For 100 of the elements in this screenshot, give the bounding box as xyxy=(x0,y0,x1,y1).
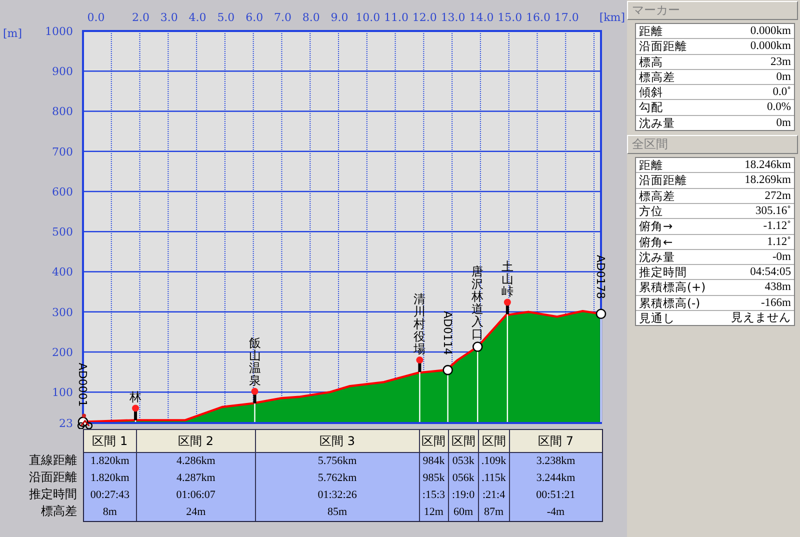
axis-tick-label: 12.0 xyxy=(412,11,437,24)
panel-header: 全区間 xyxy=(627,135,798,154)
property-label: 距離 xyxy=(639,158,663,172)
axis-tick-label: 15.0 xyxy=(498,11,522,24)
axis-tick-label: 7.0 xyxy=(274,11,292,24)
property-label: 累積標高(-) xyxy=(639,296,700,310)
table-cell-text: :19:0 xyxy=(451,488,476,503)
table-cell-text: .115k xyxy=(480,471,507,486)
table-cell-text: 3.244km xyxy=(535,471,576,486)
panel-header: マーカー xyxy=(627,1,798,20)
cyclist-icon xyxy=(77,414,93,429)
property-label: 俯角← xyxy=(639,234,673,249)
property-value: 272m xyxy=(764,188,791,203)
axis-tick-label: 500 xyxy=(52,226,73,239)
section-header[interactable]: 区間 xyxy=(420,429,448,453)
marker-label: 土山峠 xyxy=(501,259,514,298)
table-cell-text: 5.762km xyxy=(316,471,358,486)
marker-label: AD0001 xyxy=(76,362,89,407)
pin-marker[interactable] xyxy=(416,356,424,372)
table-cell-text: :15:3 xyxy=(421,488,446,503)
table-cell-text: 1.820km xyxy=(90,454,130,469)
property-value: 1.12˚ xyxy=(767,234,791,249)
axis-tick-label: 200 xyxy=(52,346,73,359)
axis-tick-label: 800 xyxy=(52,105,73,118)
table-cell-text: 5.756km xyxy=(316,454,358,469)
axis-tick-label: 13.0 xyxy=(440,11,466,24)
property-value: 18.246km xyxy=(744,158,791,172)
section-header[interactable]: 区間 xyxy=(448,429,478,453)
property-label: 方位 xyxy=(639,204,663,218)
pin-marker[interactable] xyxy=(504,298,511,314)
property-value: 0.0˚ xyxy=(772,85,791,100)
table-cell-text: 4.286km xyxy=(175,454,216,469)
axis-tick-label: 17.0 xyxy=(554,11,579,24)
table-cell-text: 87m xyxy=(482,505,505,520)
row-label: 沿面距離 xyxy=(29,469,77,486)
axis-unit-label: [m] xyxy=(3,27,22,40)
table-cell-text: 985k xyxy=(422,471,446,486)
table-cell-text: 3.238km xyxy=(535,454,576,469)
table-cell-text: 1.820km xyxy=(90,471,130,486)
pin-marker[interactable] xyxy=(251,388,258,404)
table-cell-text: 984k xyxy=(422,454,446,469)
table-cell-text: 85m xyxy=(326,505,348,520)
table-cell-text: 01:06:07 xyxy=(175,488,216,503)
axis-tick-label: 10.0 xyxy=(356,11,380,24)
property-label: 俯角→ xyxy=(639,219,673,234)
axis-unit-label: [km] xyxy=(599,11,625,24)
section-header[interactable]: 区間 2 xyxy=(136,429,255,453)
property-value: 23m xyxy=(770,54,791,69)
property-value: 0m xyxy=(776,116,791,130)
property-label: 見通し xyxy=(639,311,675,326)
property-value: 0.000km xyxy=(750,24,791,38)
property-value: -1.12˚ xyxy=(763,219,791,234)
marker-label: AD0178 xyxy=(594,254,607,299)
property-label: 沿面距離 xyxy=(639,173,687,188)
axis-tick-label: 5.0 xyxy=(217,11,235,24)
axis-tick-label: 9.0 xyxy=(330,11,348,24)
property-value: 04:54:05 xyxy=(750,265,791,280)
property-label: 標高差 xyxy=(639,188,675,203)
row-label: 推定時間 xyxy=(29,486,77,503)
property-value: 18.269km xyxy=(744,173,791,188)
property-value: 0.000km xyxy=(750,39,791,54)
axis-tick-label: 400 xyxy=(52,266,73,279)
property-value: 見えません xyxy=(731,311,791,326)
property-label: 勾配 xyxy=(639,100,663,115)
marker-label: 林 xyxy=(130,390,142,404)
table-cell-text: 00:27:43 xyxy=(89,488,131,503)
property-label: 距離 xyxy=(639,24,663,38)
axis-tick-label: 2.0 xyxy=(132,11,150,24)
axis-tick-label: 11.0 xyxy=(384,11,409,24)
axis-tick-label: 900 xyxy=(52,65,73,78)
waypoint-marker[interactable] xyxy=(442,364,453,376)
property-value: -0m xyxy=(772,250,791,264)
table-cell-text: 8m xyxy=(102,505,118,520)
table-cell-text: 053k xyxy=(451,454,476,469)
axis-tick-label: 0.0 xyxy=(87,11,105,24)
table-cell-text: :21:4 xyxy=(481,488,506,503)
waypoint-marker[interactable] xyxy=(596,308,606,320)
pin-marker[interactable] xyxy=(132,404,140,420)
table-cell-text: 60m xyxy=(452,505,474,520)
section-header[interactable]: 区間 xyxy=(479,429,508,453)
table-cell-text: 01:32:26 xyxy=(316,488,358,503)
axis-tick-label: 300 xyxy=(52,306,73,319)
table-cell-text: -4m xyxy=(546,505,566,520)
waypoint-marker[interactable] xyxy=(472,342,483,352)
marker-label: AD0114 xyxy=(440,311,454,356)
section-header[interactable]: 区間 7 xyxy=(510,429,602,453)
axis-tick-label: 3.0 xyxy=(160,11,178,24)
property-label: 傾斜 xyxy=(639,85,663,100)
table-cell-text: 056k xyxy=(451,471,476,486)
section-header[interactable]: 区間 1 xyxy=(84,429,136,453)
section-header[interactable]: 区間 3 xyxy=(256,429,419,453)
property-label: 沿面距離 xyxy=(639,39,687,54)
table-cell-text: .109k xyxy=(480,454,508,469)
property-label: 沈み量 xyxy=(639,116,675,130)
table-cell-text: 12m xyxy=(422,505,444,520)
axis-tick-label: 1000 xyxy=(45,25,73,38)
property-value: 0.0% xyxy=(767,100,791,115)
axis-tick-label: 100 xyxy=(52,386,73,400)
property-label: 標高 xyxy=(639,54,663,69)
table-cell-text: 4.287km xyxy=(175,471,216,486)
